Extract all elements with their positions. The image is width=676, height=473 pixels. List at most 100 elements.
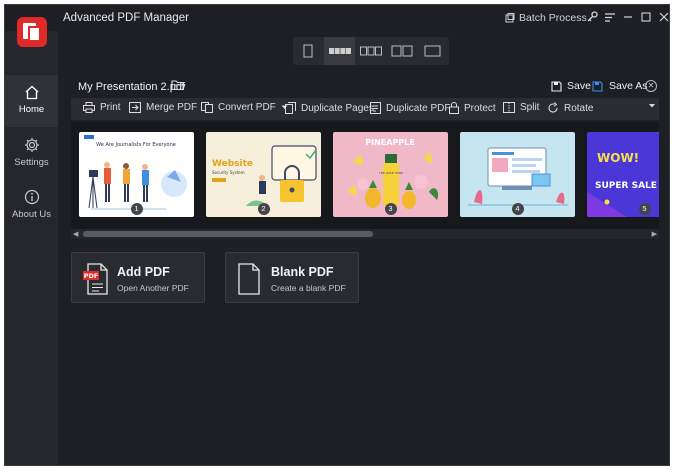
open-folder-icon[interactable] <box>171 79 186 94</box>
merge-icon <box>129 102 141 113</box>
pdf-badge-text: PDF <box>84 272 99 280</box>
duplicate-pages-button[interactable]: Duplicate Pages <box>285 102 374 114</box>
merge-pdf-label: Merge PDF <box>146 102 198 113</box>
duplicate-pages-icon <box>285 102 296 114</box>
document-name: My Presentation 2.pdf <box>78 81 186 93</box>
printer-icon <box>83 102 95 113</box>
page-subline: Security System <box>212 170 245 175</box>
info-icon <box>24 189 39 205</box>
convert-icon <box>201 102 213 113</box>
sidebar-item-home[interactable]: Home <box>5 75 58 127</box>
lock-icon <box>449 102 459 114</box>
save-button[interactable]: Save <box>551 80 591 92</box>
two-page-icon <box>391 45 413 57</box>
minimize-icon[interactable] <box>619 9 637 27</box>
app-window: Advanced PDF Manager Batch Process Home <box>4 4 670 466</box>
split-label: Split <box>520 102 540 113</box>
page-headline: WOW! <box>597 151 639 165</box>
batch-process-button[interactable]: Batch Process <box>505 12 587 24</box>
save-as-label: Save As <box>609 80 648 92</box>
page-number-badge: 5 <box>638 203 651 215</box>
close-document-icon[interactable]: ✕ <box>645 80 657 92</box>
page-number-badge: 3 <box>384 203 397 215</box>
landscape-page-icon <box>424 45 441 57</box>
blank-page-icon <box>238 263 260 295</box>
page-subline: SUPER SALE <box>595 181 657 191</box>
split-icon <box>503 102 515 113</box>
duplicate-pdf-label: Duplicate PDF <box>386 102 451 114</box>
page-thumbnail[interactable]: 4 <box>460 132 575 217</box>
horizontal-scrollbar[interactable]: ◀ ▶ <box>71 229 659 239</box>
sidebar-item-label: Settings <box>14 157 49 168</box>
strip-view-icon <box>329 48 351 54</box>
rotate-label: Rotate <box>564 102 594 114</box>
menu-icon[interactable] <box>601 9 619 27</box>
save-icon <box>551 80 562 92</box>
page-headline: PINEAPPLE <box>365 138 414 147</box>
page-thumbnail[interactable]: Website Security System 2 <box>206 132 321 217</box>
page-thumbnail[interactable]: PINEAPPLE THE JUICE SHOP 3 <box>333 132 448 217</box>
add-pdf-subtitle: Open Another PDF <box>117 283 189 293</box>
view-two-page-button[interactable] <box>386 37 417 65</box>
rotate-button[interactable]: Rotate <box>547 102 593 114</box>
sidebar: Home Settings About Us <box>5 17 58 465</box>
batch-process-label: Batch Process <box>519 12 587 24</box>
batch-icon <box>505 13 515 23</box>
close-icon[interactable] <box>655 9 669 27</box>
view-landscape-button[interactable] <box>417 37 448 65</box>
print-label: Print <box>100 102 121 113</box>
add-pdf-card[interactable]: PDF Add PDF Open Another PDF <box>71 252 205 303</box>
add-pdf-title: Add PDF <box>117 265 170 279</box>
app-logo <box>17 17 47 47</box>
view-strip-button[interactable] <box>324 37 355 65</box>
view-grid-button[interactable] <box>355 37 386 65</box>
duplicate-pdf-icon <box>370 102 381 114</box>
page-number-badge: 4 <box>511 203 524 215</box>
sidebar-item-settings[interactable]: Settings <box>5 127 58 179</box>
page-headline: Website <box>212 159 253 169</box>
chevron-down-icon <box>649 104 655 108</box>
page-thumbnail[interactable]: WOW! SUPER SALE 5 <box>587 132 659 217</box>
single-page-icon <box>303 44 313 58</box>
page-thumbnail-strip: We Are Journalists For Everyone 1 Websit… <box>71 122 659 239</box>
sidebar-item-about[interactable]: About Us <box>5 179 58 231</box>
home-icon <box>25 85 38 100</box>
scroll-left-icon[interactable]: ◀ <box>73 230 78 238</box>
convert-pdf-dropdown[interactable]: Convert PDF <box>201 102 288 113</box>
page-thumbnail[interactable]: We Are Journalists For Everyone 1 <box>79 132 194 217</box>
key-icon[interactable] <box>583 9 601 27</box>
toolbar: Print Merge PDF Convert PDF Duplicate Pa… <box>71 98 659 120</box>
sidebar-item-label: About Us <box>11 209 52 220</box>
title-bar: Advanced PDF Manager Batch Process <box>5 5 669 31</box>
page-number-badge: 2 <box>257 203 270 215</box>
scrollbar-thumb[interactable] <box>83 231 373 237</box>
save-label: Save <box>567 80 591 92</box>
blank-pdf-title: Blank PDF <box>271 265 334 279</box>
rotate-icon <box>548 102 558 113</box>
page-headline: We Are Journalists For Everyone <box>96 142 176 148</box>
sidebar-item-label: Home <box>18 104 45 115</box>
app-title: Advanced PDF Manager <box>63 12 189 24</box>
toolbar-overflow-button[interactable] <box>649 104 655 108</box>
page-number-badge: 1 <box>130 203 143 215</box>
add-pdf-icon: PDF <box>83 263 108 295</box>
duplicate-pdf-button[interactable]: Duplicate PDF <box>370 102 450 114</box>
view-mode-switcher <box>293 37 449 65</box>
save-as-icon <box>592 80 603 92</box>
save-as-button[interactable]: Save As <box>592 80 648 92</box>
scroll-right-icon[interactable]: ▶ <box>652 230 657 238</box>
view-single-page-button[interactable] <box>293 37 324 65</box>
split-button[interactable]: Split <box>503 102 539 113</box>
maximize-icon[interactable] <box>637 9 655 27</box>
protect-button[interactable]: Protect <box>449 102 496 114</box>
gear-icon <box>24 138 39 152</box>
print-button[interactable]: Print <box>83 102 121 113</box>
grid-view-icon <box>360 46 382 56</box>
merge-pdf-button[interactable]: Merge PDF <box>129 102 197 113</box>
duplicate-pages-label: Duplicate Pages <box>301 102 374 114</box>
protect-label: Protect <box>464 102 496 114</box>
blank-pdf-subtitle: Create a blank PDF <box>271 283 346 293</box>
page-subline: THE JUICE SHOP <box>378 171 403 175</box>
convert-pdf-label: Convert PDF <box>218 102 276 113</box>
blank-pdf-card[interactable]: Blank PDF Create a blank PDF <box>225 252 359 303</box>
